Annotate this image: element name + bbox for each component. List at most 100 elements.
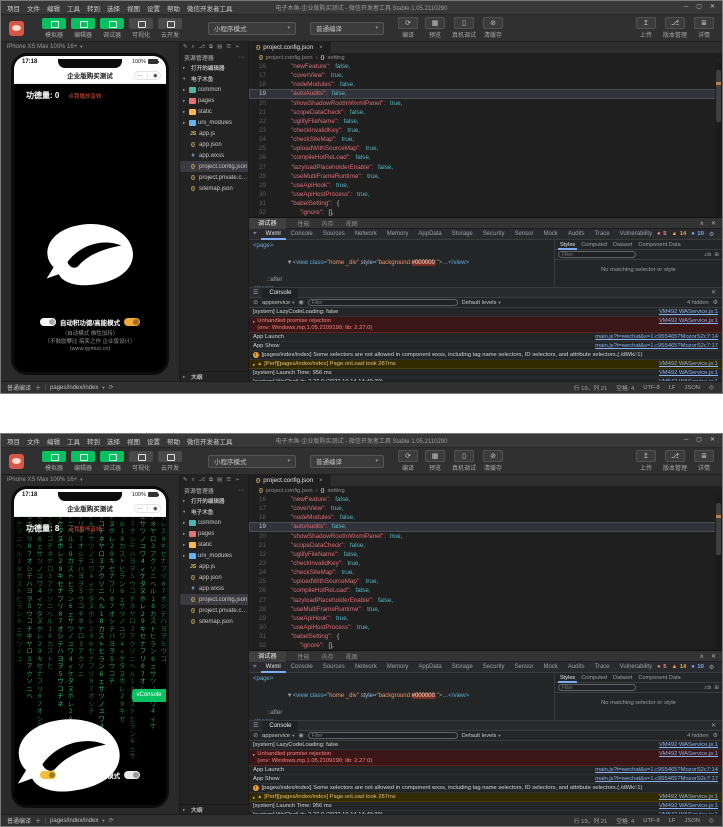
- debugger-tab[interactable]: 调试器: [249, 218, 286, 229]
- tree-item[interactable]: ▸ uni_modules: [180, 117, 248, 128]
- language-mode[interactable]: JSON: [684, 818, 699, 824]
- tree-item[interactable]: {} sitemap.json: [180, 616, 248, 627]
- expand-icon[interactable]: ▸: [253, 361, 255, 368]
- code-line[interactable]: 31 "babelSetting": {: [249, 199, 722, 208]
- devtools-tab[interactable]: Audits: [563, 662, 590, 673]
- debugger-tab[interactable]: 性能: [298, 219, 310, 228]
- tree-item[interactable]: ▸ pages: [180, 528, 248, 539]
- activity-icon[interactable]: ⌕: [192, 44, 195, 51]
- more-actions-icon[interactable]: ⋯: [238, 487, 244, 494]
- menu-item[interactable]: 文件: [27, 3, 40, 13]
- vconsole-button[interactable]: vConsole: [132, 689, 166, 702]
- error-count[interactable]: ● 5: [657, 664, 666, 670]
- minimize-button[interactable]: ─: [684, 1, 688, 14]
- devtools-tab[interactable]: Vulnerability: [615, 662, 657, 673]
- maximize-button[interactable]: ▢: [696, 434, 702, 447]
- activity-icon[interactable]: ⎇: [199, 44, 205, 50]
- eol-setting[interactable]: LF: [669, 385, 676, 391]
- activity-icon[interactable]: ✎: [183, 44, 188, 50]
- code-line[interactable]: 23 "checkInvalidKey": true,: [249, 559, 722, 568]
- high-energy-toggle[interactable]: [124, 771, 140, 779]
- menu-item[interactable]: 微信开发者工具: [187, 436, 233, 446]
- activity-icon[interactable]: ⌕: [192, 477, 195, 484]
- activity-icon[interactable]: ⎇: [199, 477, 205, 483]
- source-link[interactable]: main.js?t=wechat&s=1.c955465?MozorS2c7:1…: [595, 767, 718, 774]
- code-line[interactable]: 30 "useApiHostProcess": true,: [249, 190, 722, 199]
- code-line[interactable]: 21 "scopeDataCheck": false,: [249, 108, 722, 117]
- more-icon[interactable]: ⋮: [719, 231, 723, 238]
- activity-icon[interactable]: ⧉: [209, 44, 213, 51]
- activity-icon[interactable]: ✎: [183, 477, 188, 483]
- menu-item[interactable]: 视图: [127, 436, 140, 446]
- devtools-tab[interactable]: Memory: [382, 662, 414, 673]
- toolbar-action-button[interactable]: ▦ 预览: [425, 17, 445, 39]
- devtools-tab[interactable]: Trace: [590, 662, 615, 673]
- info-count[interactable]: ● 10: [691, 664, 704, 670]
- code-line[interactable]: 22 "uglifyFileName": false,: [249, 550, 722, 559]
- code-line[interactable]: 31 "babelSetting": {: [249, 632, 722, 641]
- cursor-position[interactable]: 行 19，列 21: [574, 383, 608, 392]
- activity-icon[interactable]: ☰: [226, 44, 231, 50]
- code-line[interactable]: 20 "showShadowRootInWxmlPanel": true,: [249, 99, 722, 108]
- maximize-button[interactable]: ▢: [696, 1, 702, 14]
- context-dropdown[interactable]: appservice ▾: [262, 300, 294, 306]
- source-link[interactable]: VM492 WAService.js:1: [659, 370, 718, 377]
- code-line[interactable]: 26 "compileHotReLoad": false,: [249, 586, 722, 595]
- code-line[interactable]: 29 "useApiHook": true,: [249, 181, 722, 190]
- close-icon[interactable]: ✕: [711, 653, 716, 660]
- tree-item[interactable]: ▸ static: [180, 539, 248, 550]
- debugger-tab[interactable]: 视图: [346, 219, 358, 228]
- wxml-tree[interactable]: <page> ▼<view class="home _div" style="b…: [249, 240, 554, 287]
- menu-item[interactable]: 设置: [147, 3, 160, 13]
- source-link[interactable]: main.js?t=wechat&s=1.c955465?MozorS2c7:1…: [595, 334, 718, 341]
- code-area[interactable]: 16 "newFeature": false, 17 "coverView": …: [249, 62, 722, 217]
- error-count[interactable]: ● 5: [657, 231, 666, 237]
- tree-item[interactable]: ▸ 打开的编辑器: [180, 62, 248, 73]
- log-levels-dropdown[interactable]: Default levels ▾: [462, 733, 501, 739]
- source-link[interactable]: main.js?t=wechat&s=1.c955465?MozorS2c7:1…: [595, 343, 718, 350]
- compile-mode-dropdown[interactable]: 普通编译 ▾: [310, 455, 384, 468]
- tree-item[interactable]: ▾ 电子木鱼: [180, 506, 248, 517]
- compile-mode-label[interactable]: 普通编译: [7, 383, 31, 392]
- wooden-fish[interactable]: [14, 711, 132, 803]
- styles-tab[interactable]: Component Data: [636, 240, 682, 250]
- tree-item[interactable]: {} app.json: [180, 572, 248, 583]
- tree-item[interactable]: ▸ common: [180, 517, 248, 528]
- panel-toggle[interactable]: 模拟器: [42, 451, 66, 472]
- close-button[interactable]: ✕: [710, 434, 715, 447]
- tree-item[interactable]: # app.wxss: [180, 150, 248, 161]
- styles-tab[interactable]: Component Data: [636, 673, 682, 683]
- minimize-button[interactable]: ─: [684, 434, 688, 447]
- notifications-icon[interactable]: ◎: [709, 385, 714, 391]
- code-line[interactable]: 32 "ignore": [],: [249, 641, 722, 650]
- tree-item[interactable]: {} project.private.config.j...: [180, 605, 248, 616]
- source-link[interactable]: VM492 WAService.js:1: [659, 318, 718, 325]
- code-line[interactable]: 18 "nodeModules": false,: [249, 80, 722, 89]
- devtools-tab[interactable]: Security: [478, 229, 510, 240]
- compile-mode-dropdown[interactable]: 普通编译 ▾: [310, 22, 384, 35]
- devtools-tab[interactable]: AppData: [413, 229, 446, 240]
- menu-item[interactable]: 帮助: [167, 3, 180, 13]
- devtools-tab[interactable]: Memory: [382, 229, 414, 240]
- source-link[interactable]: main.js?t=wechat&s=1.c955465?MozorS2c7:1…: [595, 776, 718, 783]
- code-line[interactable]: 29 "useApiHook": true,: [249, 614, 722, 623]
- menu-item[interactable]: 选择: [107, 436, 120, 446]
- expand-icon[interactable]: ▸: [253, 751, 255, 758]
- code-line[interactable]: 25 "uploadWithSourceMap": true,: [249, 577, 722, 586]
- devtools-tab[interactable]: Console: [286, 662, 318, 673]
- outline-section[interactable]: ▸ 大纲: [180, 371, 248, 381]
- tree-item[interactable]: ▸ static: [180, 106, 248, 117]
- clear-console-icon[interactable]: ⊘: [253, 732, 258, 739]
- code-line[interactable]: 27 "lazyloadPlaceholderEnable": false,: [249, 163, 722, 172]
- clear-console-icon[interactable]: ⊘: [253, 299, 258, 306]
- editor-scrollbar[interactable]: [715, 495, 722, 650]
- styles-filter-input[interactable]: [558, 251, 636, 258]
- toolbar-action-button[interactable]: ⊘ 清缓存: [483, 450, 503, 472]
- cls-button[interactable]: .cls: [704, 252, 712, 258]
- code-line[interactable]: 16 "newFeature": false,: [249, 495, 722, 504]
- toolbar-action-button[interactable]: ↥ 上传: [636, 450, 656, 472]
- console-log-row[interactable]: App Show main.js?t=wechat&s=1.c955465?Mo…: [249, 342, 722, 351]
- code-line[interactable]: 23 "checkInvalidKey": true,: [249, 126, 722, 135]
- tree-item[interactable]: JS app.js: [180, 561, 248, 572]
- panel-toggle[interactable]: 可视化: [129, 18, 153, 39]
